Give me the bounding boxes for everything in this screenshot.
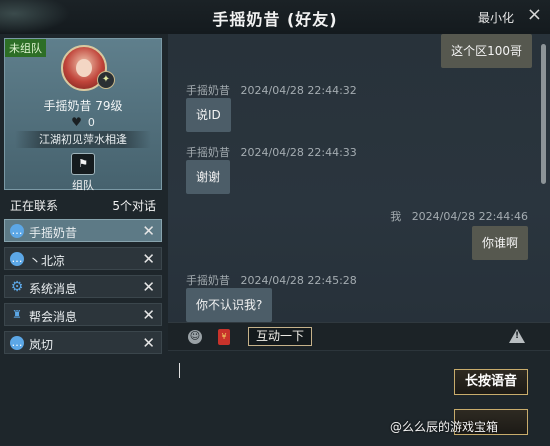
guild-icon: ♜ <box>12 308 22 321</box>
report-warning-icon[interactable]: ! <box>509 329 525 343</box>
contacting-header: 正在联系 5个对话 <box>4 194 162 216</box>
hold-to-talk-button[interactable]: 长按语音 <box>454 369 528 395</box>
contact-item[interactable]: … 丶北凉 ✕ <box>4 247 162 270</box>
message-meta: 手摇奶昔 2024/04/28 22:44:32 <box>186 82 357 98</box>
contact-name: 岚切 <box>29 338 54 352</box>
conversation-count: 5个对话 <box>112 199 156 213</box>
close-contact-button[interactable]: ✕ <box>142 222 155 240</box>
close-contact-button[interactable]: ✕ <box>142 334 155 352</box>
message-time: 2024/04/28 22:44:33 <box>240 146 357 159</box>
contact-item[interactable]: … 手摇奶昔 ✕ <box>4 219 162 242</box>
contact-name: 丶北凉 <box>29 254 66 268</box>
close-contact-button[interactable]: ✕ <box>142 306 155 324</box>
close-button[interactable]: × <box>527 4 542 25</box>
contacting-label: 正在联系 <box>10 199 59 213</box>
message-sender: 手摇奶昔 <box>186 84 230 97</box>
watermark: @么么辰的游戏宝箱 <box>390 420 499 434</box>
window-title: 手摇奶昔 (好友) <box>212 10 338 29</box>
team-status-badge: 未组队 <box>5 39 46 57</box>
message-meta: 手摇奶昔 2024/04/28 22:44:33 <box>186 144 357 160</box>
close-contact-button[interactable]: ✕ <box>142 278 155 296</box>
message-meta: 手摇奶昔 2024/04/28 22:45:28 <box>186 272 357 288</box>
chat-bubble-icon: … <box>10 336 24 350</box>
contacts-panel: 未组队 ✦ 手摇奶昔 79级 ♥ 0 江湖初见萍水相逢 ⚑ 组队 正在联系 5个对… <box>0 34 168 445</box>
player-motto: 江湖初见萍水相逢 <box>15 131 151 148</box>
chat-toolbar: ☺ ¥ 互动一下 ! <box>168 322 550 351</box>
message-sender: 手摇奶昔 <box>186 146 230 159</box>
message-bubble: 这个区100哥 <box>441 34 532 68</box>
chat-bubble-icon: … <box>10 224 24 238</box>
gear-icon: ⚙ <box>10 279 24 295</box>
chat-scrollbar[interactable] <box>541 44 546 184</box>
message-time: 2024/04/28 22:44:32 <box>240 84 357 97</box>
message-sender: 手摇奶昔 <box>186 274 230 287</box>
contact-name: 系统消息 <box>29 282 78 296</box>
team-flag-icon[interactable]: ⚑ <box>71 153 95 175</box>
intimacy-row: ♥ 0 <box>5 115 161 129</box>
interact-button[interactable]: 互动一下 <box>248 327 312 346</box>
close-contact-button[interactable]: ✕ <box>142 250 155 268</box>
minimize-button[interactable]: 最小化 <box>478 9 514 26</box>
contact-item[interactable]: … 岚切 ✕ <box>4 331 162 354</box>
message-time: 2024/04/28 22:45:28 <box>240 274 357 287</box>
contact-item[interactable]: ⚙ 系统消息 ✕ <box>4 275 162 298</box>
emoji-icon[interactable]: ☺ <box>188 330 202 344</box>
contact-name: 帮会消息 <box>29 310 78 324</box>
title-bar: 手摇奶昔 (好友) 最小化 × <box>0 0 550 35</box>
chat-history[interactable]: 这个区100哥 手摇奶昔 2024/04/28 22:44:32 说ID 手摇奶… <box>168 34 550 322</box>
message-bubble: 谢谢 <box>186 160 231 194</box>
message-bubble: 你谁啊 <box>471 226 528 260</box>
chat-bubble-icon: … <box>10 252 24 266</box>
message-time: 2024/04/28 22:44:46 <box>411 210 528 223</box>
message-meta: 我 2024/04/28 22:44:46 <box>390 208 528 224</box>
red-packet-icon[interactable]: ¥ <box>218 329 230 345</box>
message-sender: 我 <box>390 210 402 223</box>
heart-icon: ♥ <box>71 115 82 129</box>
message-bubble: 说ID <box>186 98 231 132</box>
contact-item[interactable]: ♜ 帮会消息 ✕ <box>4 303 162 326</box>
contact-name: 手摇奶昔 <box>29 226 78 240</box>
profile-card: 未组队 ✦ 手摇奶昔 79级 ♥ 0 江湖初见萍水相逢 ⚑ 组队 <box>4 38 162 193</box>
class-badge-icon: ✦ <box>97 71 115 89</box>
text-cursor <box>179 363 180 378</box>
player-name-level: 手摇奶昔 79级 <box>43 99 123 113</box>
intimacy-value: 0 <box>87 116 95 129</box>
team-label[interactable]: 组队 <box>5 177 161 193</box>
avatar-face <box>76 59 92 77</box>
message-bubble: 你不认识我? <box>186 288 273 322</box>
